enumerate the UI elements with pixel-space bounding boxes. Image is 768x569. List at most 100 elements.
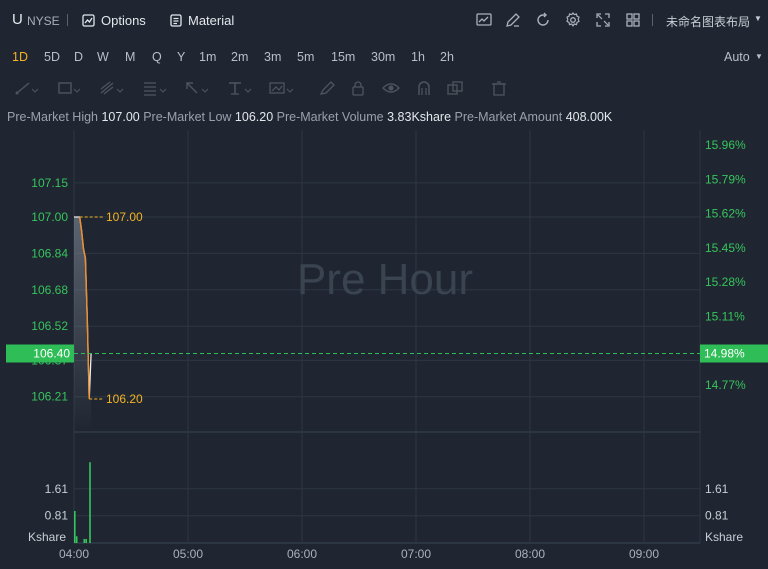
volume-bar [74, 511, 76, 543]
layout-grid-icon[interactable] [624, 11, 642, 29]
tab-interval[interactable]: 2m [231, 50, 248, 64]
tab-interval[interactable]: 3m [264, 50, 281, 64]
volume-tick-label: 0.81 [45, 509, 69, 523]
percent-tick-label: 14.77% [705, 378, 746, 392]
volume-tick-label: 1.61 [705, 482, 729, 496]
settings-gear-icon[interactable] [564, 11, 582, 29]
exchange: NYSE [27, 14, 60, 28]
divider [67, 14, 68, 26]
eye-icon[interactable] [382, 80, 400, 96]
material-button[interactable]: Material [170, 11, 234, 29]
text-tool-icon[interactable] [226, 80, 244, 96]
material-label: Material [188, 12, 235, 28]
options-icon [82, 13, 95, 27]
time-tick-label: 08:00 [515, 547, 545, 561]
tab-interval[interactable]: Q [152, 50, 162, 64]
tab-interval[interactable]: Y [177, 50, 185, 64]
fullscreen-icon[interactable] [594, 11, 612, 29]
document-icon [170, 13, 182, 27]
tab-interval[interactable]: 5m [297, 50, 314, 64]
fibonacci-icon[interactable] [141, 80, 159, 96]
interval-tabs: 1D 5D D W M Q Y 1m 2m 3m 5m 15m 30m 1h 2… [0, 46, 768, 68]
time-tick-label: 04:00 [59, 547, 89, 561]
brush-icon[interactable] [318, 80, 336, 96]
price-chart[interactable]: 04:00 05:00 06:00 07:00 08:00 09:00 107.15 107.… [0, 130, 768, 569]
time-tick-label: 06:00 [287, 547, 317, 561]
tab-interval[interactable]: 1m [199, 50, 216, 64]
percent-tick-label: 15.45% [705, 241, 746, 255]
tab-interval[interactable]: 1h [411, 50, 425, 64]
price-tick-label: 107.00 [31, 210, 68, 224]
tab-interval[interactable]: 15m [331, 50, 355, 64]
chevron-down-icon[interactable] [286, 80, 294, 96]
percent-tick-label: 15.62% [705, 207, 746, 221]
trend-line-icon[interactable] [14, 80, 32, 96]
tab-interval[interactable]: 1D [12, 50, 28, 64]
volume-unit-label: Kshare [705, 530, 743, 544]
pitchfork-icon[interactable] [98, 80, 116, 96]
tab-interval[interactable]: W [97, 50, 109, 64]
chevron-down-icon[interactable]: ▼ [754, 14, 762, 23]
pre-market-summary: Pre-Market High 107.00 Pre-Market Low 10… [7, 110, 612, 124]
price-tick-label: 106.52 [31, 319, 68, 333]
volume-tick-label: 1.61 [45, 482, 69, 496]
amount-label: Pre-Market Amount [454, 110, 563, 124]
low-label: Pre-Market Low [143, 110, 232, 124]
volume-unit-label: Kshare [28, 530, 66, 544]
chevron-down-icon[interactable]: ▼ [755, 52, 763, 61]
low-marker-label: 106.20 [106, 392, 143, 406]
chevron-down-icon[interactable] [159, 80, 167, 96]
time-tick-label: 05:00 [173, 547, 203, 561]
high-marker-label: 107.00 [106, 210, 143, 224]
options-label: Options [101, 12, 146, 28]
current-pct-value: 14.98% [704, 347, 745, 361]
options-button[interactable]: Options [82, 11, 146, 29]
price-tick-label: 106.21 [31, 390, 68, 404]
volume-tick-label: 0.81 [705, 509, 729, 523]
price-tick-label: 106.68 [31, 283, 68, 297]
edit-icon[interactable] [504, 11, 522, 29]
tab-interval[interactable]: 5D [44, 50, 60, 64]
rectangle-icon[interactable] [56, 80, 74, 96]
volume-bar [75, 536, 78, 543]
percent-tick-label: 15.96% [705, 138, 746, 152]
divider [652, 14, 653, 26]
magnet-icon[interactable] [415, 80, 433, 96]
chevron-down-icon[interactable] [31, 80, 39, 96]
tab-interval[interactable]: 2h [440, 50, 454, 64]
chevron-down-icon[interactable] [73, 80, 81, 96]
volume-bar [83, 538, 86, 543]
amount-value: 408.00K [565, 110, 613, 124]
volume-bar [89, 462, 91, 543]
arrow-icon[interactable] [183, 80, 201, 96]
time-tick-label: 09:00 [629, 547, 659, 561]
volume-label: Pre-Market Volume [276, 110, 384, 124]
price-tick-label: 107.15 [31, 176, 68, 190]
lock-icon[interactable] [349, 80, 367, 96]
chevron-down-icon[interactable] [244, 80, 252, 96]
reset-icon[interactable] [534, 11, 552, 29]
watermark: Pre Hour [297, 255, 473, 304]
image-tool-icon[interactable] [268, 80, 286, 96]
top-toolbar: U NYSE Options Material 未命名图表布局 ▼ [0, 0, 768, 40]
high-value: 107.00 [101, 110, 140, 124]
layout-name-dropdown[interactable]: 未命名图表布局 [666, 13, 750, 30]
percent-tick-label: 15.11% [705, 310, 745, 324]
indicator-chart-icon[interactable] [475, 11, 493, 29]
scale-mode-dropdown[interactable]: Auto [724, 50, 750, 64]
volume-value: 3.83Kshare [387, 110, 452, 124]
tab-interval[interactable]: D [74, 50, 83, 64]
percent-tick-label: 15.28% [705, 275, 746, 289]
high-label: Pre-Market High [7, 110, 98, 124]
price-tick-label: 106.84 [31, 246, 68, 260]
chevron-down-icon[interactable] [201, 80, 209, 96]
trash-icon[interactable] [490, 80, 508, 96]
percent-tick-label: 15.79% [705, 172, 746, 186]
price-area [74, 217, 92, 432]
volume-bar [85, 538, 87, 543]
tab-interval[interactable]: M [125, 50, 135, 64]
drawing-toolbar [0, 76, 768, 100]
tab-interval[interactable]: 30m [371, 50, 395, 64]
copy-icon[interactable] [446, 80, 464, 96]
chevron-down-icon[interactable] [116, 80, 124, 96]
